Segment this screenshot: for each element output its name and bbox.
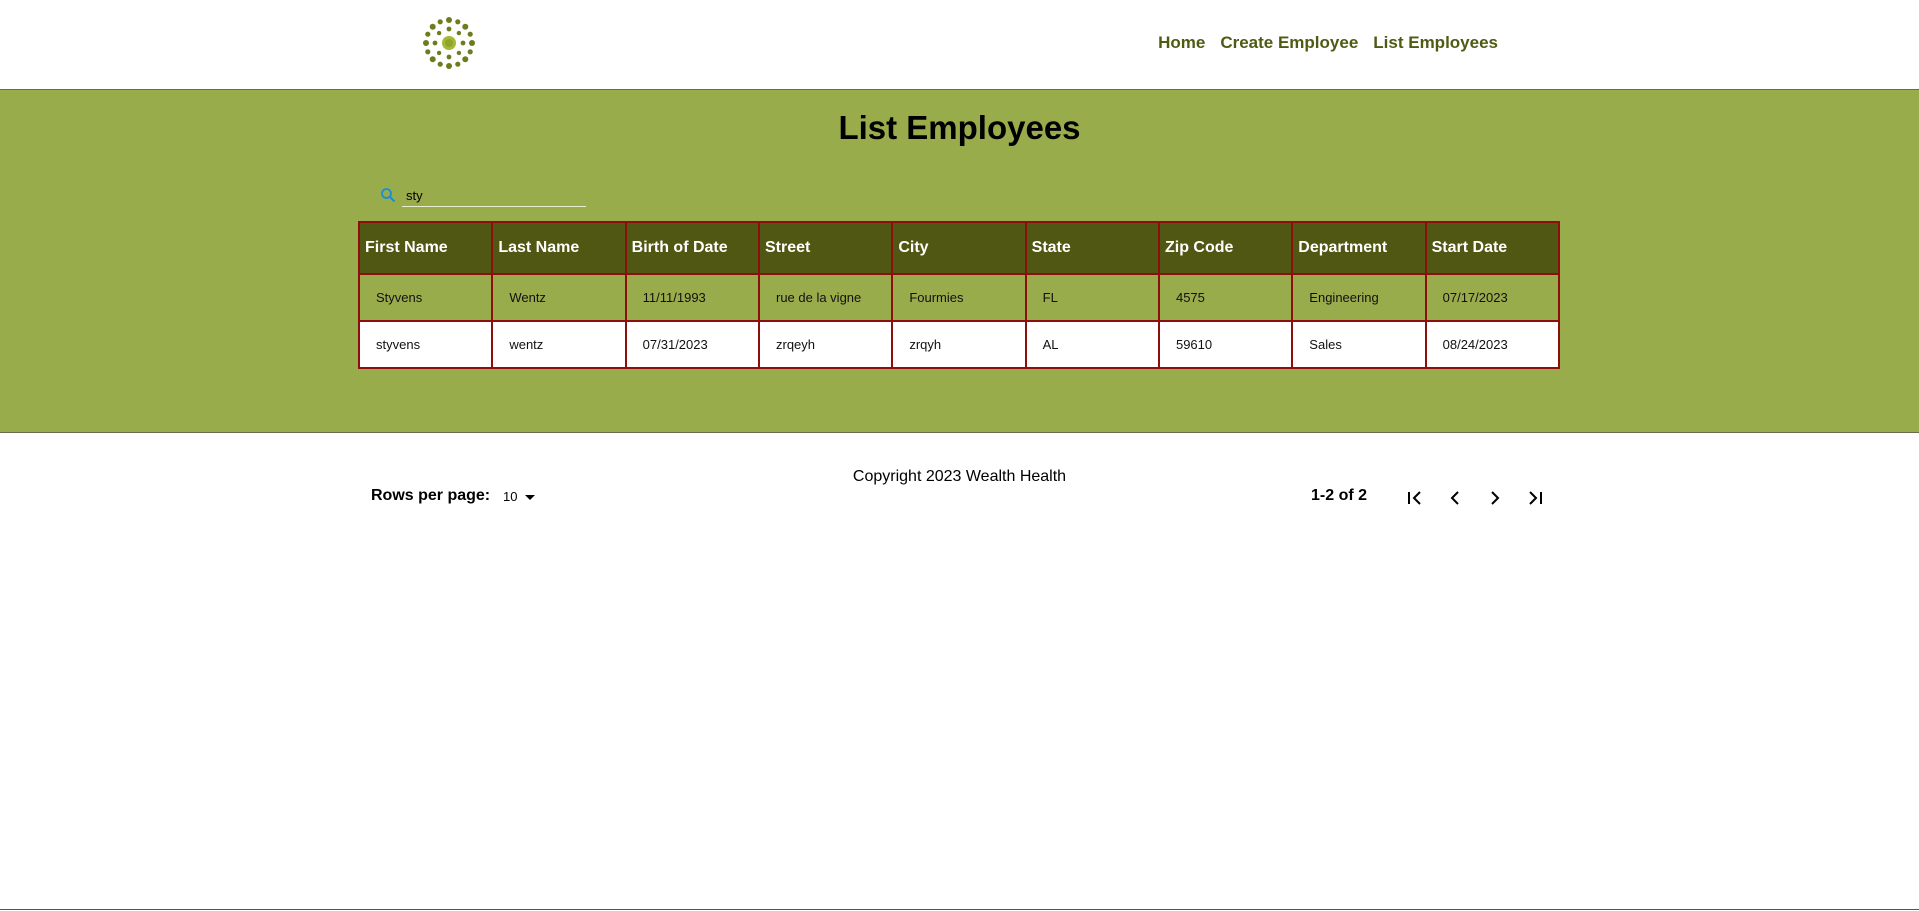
table-cell: Styvens (357, 273, 494, 322)
column-header-last-name[interactable]: Last Name (491, 221, 627, 275)
bottom-divider (0, 909, 1919, 910)
copyright-text: Copyright 2023 Wealth Health (852, 468, 1067, 485)
table-cell: wentz (491, 320, 627, 369)
previous-page-button[interactable] (1443, 486, 1467, 510)
pagination-bar: Rows per page: 10 1-2 of 2 (371, 483, 1543, 511)
column-header-state[interactable]: State (1024, 221, 1160, 275)
column-header-birth-date[interactable]: Birth of Date (624, 221, 760, 275)
site-header: Home Create Employee List Employees (0, 0, 1919, 90)
search-input[interactable] (402, 184, 586, 207)
page-title: List Employees (838, 109, 1081, 146)
table-cell: Wentz (491, 273, 627, 322)
table-cell: Fourmies (891, 273, 1027, 322)
rows-per-page-value: 10 (503, 489, 518, 504)
column-header-city[interactable]: City (891, 221, 1027, 275)
table-cell: zrqeyh (757, 320, 894, 369)
table-cell: AL (1024, 320, 1160, 369)
table-cell: rue de la vigne (757, 273, 894, 322)
main-content: List Employees First Name Last Name Birt… (0, 90, 1919, 505)
caret-down-icon (525, 495, 536, 501)
next-page-button[interactable] (1483, 486, 1507, 510)
table-cell: FL (1024, 273, 1160, 322)
first-page-icon (1408, 491, 1421, 505)
chevron-right-icon (1491, 491, 1500, 505)
table-cell: 07/17/2023 (1424, 273, 1561, 322)
pagination-range: 1-2 of 2 (1311, 487, 1368, 504)
column-header-zip-code[interactable]: Zip Code (1157, 221, 1294, 275)
last-page-icon (1529, 491, 1542, 505)
table-cell: 08/24/2023 (1424, 320, 1561, 369)
table-cell: 07/31/2023 (624, 320, 760, 369)
table-cell: 11/11/1993 (624, 273, 760, 322)
table-row[interactable]: styvens wentz 07/31/2023 zrqeyh zrqyh AL… (357, 320, 1561, 369)
column-header-street[interactable]: Street (757, 221, 894, 275)
table-cell: Engineering (1291, 273, 1427, 322)
column-header-department[interactable]: Department (1291, 221, 1427, 275)
site-footer: Copyright 2023 Wealth Health (0, 468, 1919, 486)
sun-flower-logo-icon[interactable] (421, 15, 477, 71)
search-icon (380, 187, 396, 203)
table-cell: zrqyh (891, 320, 1027, 369)
table-cell: Sales (1291, 320, 1427, 369)
table-cell: 4575 (1157, 273, 1294, 322)
column-header-first-name[interactable]: First Name (357, 221, 494, 275)
nav-link-list-employees[interactable]: List Employees (1373, 33, 1498, 53)
nav-link-create-employee[interactable]: Create Employee (1220, 33, 1358, 53)
column-header-start-date[interactable]: Start Date (1424, 221, 1561, 275)
chevron-left-icon (1450, 491, 1459, 505)
search-box (380, 184, 586, 208)
rows-per-page-label: Rows per page: (371, 487, 491, 504)
main-nav: Home Create Employee List Employees (1158, 33, 1498, 53)
table-cell: styvens (357, 320, 494, 369)
rows-per-page-select[interactable]: 10 (503, 489, 536, 504)
table-header-row: First Name Last Name Birth of Date Stree… (357, 221, 1561, 275)
table-row[interactable]: Styvens Wentz 11/11/1993 rue de la vigne… (357, 273, 1561, 322)
nav-link-home[interactable]: Home (1158, 33, 1205, 53)
table-cell: 59610 (1157, 320, 1294, 369)
employees-table: First Name Last Name Birth of Date Stree… (357, 221, 1561, 369)
first-page-button[interactable] (1403, 486, 1427, 510)
last-page-button[interactable] (1523, 486, 1547, 510)
